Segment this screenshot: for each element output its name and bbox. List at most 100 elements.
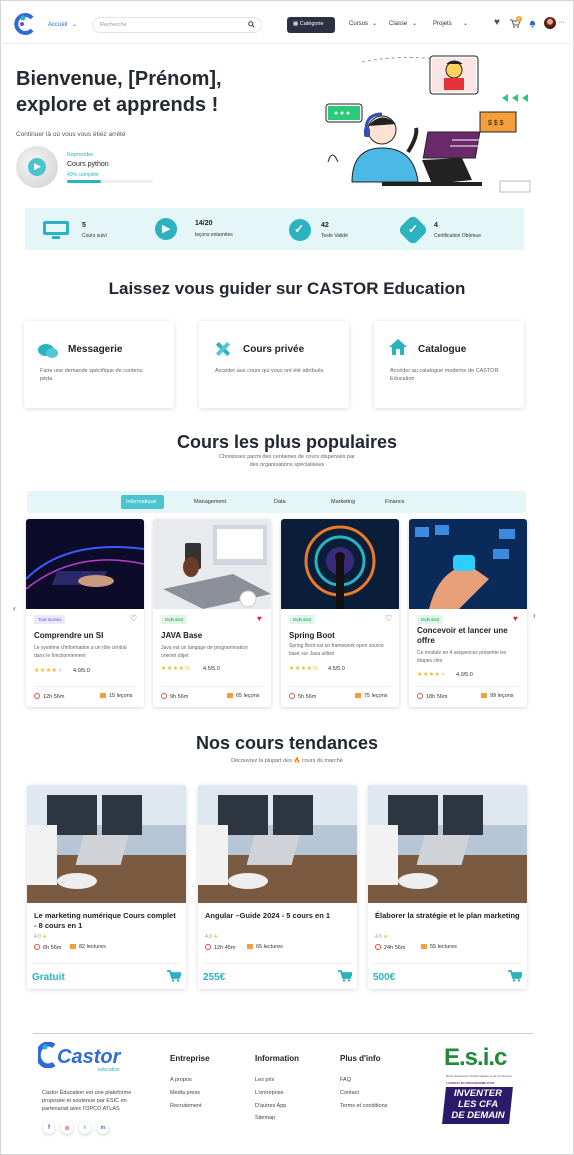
feature-card-catalogue[interactable]: Catalogue Accéder au catalogue moderne d… (374, 321, 524, 408)
course-image (27, 785, 186, 903)
lessons: 65 lectures (247, 944, 283, 950)
heart-filled-icon[interactable]: ♥ (257, 614, 262, 623)
lessons: 55 lectures (421, 944, 457, 950)
clock-icon (205, 944, 211, 950)
course-card[interactable]: Debutant ♥ JAVA Base Java est un langage… (153, 519, 271, 707)
course-title[interactable]: Spring Boot (289, 631, 389, 641)
lessons: 15 leçons (100, 693, 133, 699)
footer-link[interactable]: Les prix (255, 1077, 274, 1083)
footer-link[interactable]: Media press (170, 1090, 200, 1096)
rating-value: 4.5/5.0 (203, 666, 220, 672)
resume-course-name[interactable]: Cours python (67, 161, 109, 168)
star-icon: ★ (213, 934, 218, 940)
search-input[interactable]: Recherche (92, 17, 262, 33)
tab-data[interactable]: Data (274, 499, 286, 505)
footer-link[interactable]: A propos (170, 1077, 192, 1083)
star-rating-icon: ★★★★½ (161, 666, 191, 672)
home-icon (389, 339, 407, 355)
heart-filled-icon[interactable]: ♥ (513, 614, 518, 623)
nav-classe[interactable]: Classe (389, 21, 407, 27)
duration-text: 12h 45m (214, 945, 236, 951)
footer-brand: Castor (57, 1046, 121, 1068)
play-icon[interactable]: ▶ (28, 158, 46, 176)
guide-title: Laissez vous guider sur CASTOR Education (108, 279, 466, 298)
footer-link[interactable]: L'entreprise (255, 1090, 284, 1096)
carousel-next-icon[interactable]: › (533, 611, 536, 620)
category-button[interactable]: ▦ Catégorie (287, 17, 335, 33)
clock-icon (161, 693, 167, 699)
heart-outline-icon[interactable]: ♡ (130, 614, 137, 623)
book-icon (227, 693, 233, 698)
feature-card-messagerie[interactable]: Messagerie Faire une demande spécifique … (24, 321, 174, 408)
feature-desc: Faire une demande spécifique de contenu … (40, 368, 143, 382)
linkedin-icon[interactable]: in (97, 1122, 109, 1134)
course-title[interactable]: JAVA Base (161, 631, 261, 641)
course-thumbnail[interactable]: ▶ (16, 146, 58, 188)
heart-outline-icon[interactable]: ♡ (385, 614, 392, 623)
footer-link[interactable]: Recrutement (170, 1103, 202, 1109)
level-badge: Debutant (417, 615, 444, 624)
search-icon[interactable] (248, 21, 255, 28)
chevron-down-icon[interactable]: ⌄ (72, 21, 77, 28)
nav-cursus[interactable]: Cursus (349, 21, 368, 27)
course-card[interactable]: Debutant ♡ Spring Boot Spring Boot est u… (281, 519, 399, 707)
rating-value: 4.5 (375, 934, 382, 940)
facebook-icon[interactable]: f (43, 1122, 55, 1134)
cart-icon[interactable] (338, 970, 352, 982)
clock-icon (34, 693, 40, 699)
duration-text: 24h 56m (384, 945, 406, 951)
chevron-down-icon[interactable]: ⌄ (463, 20, 468, 27)
avatar[interactable] (544, 17, 556, 29)
course-title[interactable]: Angular –Guide 2024 - 5 cours en 1 (205, 911, 351, 921)
course-image (409, 519, 527, 609)
cart-count-badge: 0 (516, 16, 522, 22)
tab-management[interactable]: Management (194, 499, 226, 505)
course-title[interactable]: Concevoir et lancer une offre (417, 626, 517, 646)
chevron-down-icon[interactable]: ⌄ (372, 20, 377, 27)
feature-card-cours-privee[interactable]: Cours privée Accéder aux cours qui vous … (199, 321, 349, 408)
cart-icon[interactable] (167, 970, 181, 982)
twitter-icon[interactable]: t (79, 1122, 91, 1134)
nav-projets[interactable]: Projets (433, 21, 452, 27)
tab-finance[interactable]: Finance (385, 499, 405, 505)
heart-icon[interactable]: ♥ (494, 17, 500, 28)
divider (34, 686, 136, 687)
castor-logo-icon[interactable] (14, 12, 38, 36)
cart-icon[interactable] (508, 970, 522, 982)
rating-value: 4.5/5.0 (328, 666, 345, 672)
more-icon[interactable]: ··· (558, 19, 565, 26)
footer-link[interactable]: Sitemap (255, 1115, 275, 1121)
duration: 24h 56m (375, 944, 405, 951)
footer-link[interactable]: FAQ (340, 1077, 351, 1083)
course-title[interactable]: Élaborer la stratégie et le plan marketi… (375, 911, 521, 921)
footer-link[interactable]: Contact (340, 1090, 359, 1096)
stat-value: 4 (434, 222, 438, 229)
course-title[interactable]: Le marketing numérique Cours complet - 8… (34, 911, 180, 931)
castor-logo-icon[interactable] (38, 1042, 58, 1068)
star-rating-icon: ★★★★½ (289, 666, 319, 672)
course-card[interactable]: Debutant ♥ Concevoir et lancer une offre… (409, 519, 527, 707)
trending-card[interactable]: Élaborer la stratégie et le plan marketi… (368, 785, 527, 989)
nav-home-link[interactable]: Accueil (48, 22, 67, 28)
course-desc: Spring Boot est un framework open source… (289, 643, 384, 657)
lessons: 82 lectures (70, 944, 106, 950)
lessons-text: 99 leçons (490, 693, 514, 699)
chevron-down-icon[interactable]: ⌄ (412, 20, 417, 27)
tab-informatique[interactable]: Informatique (126, 499, 157, 505)
course-card[interactable]: Tout niveau ♡ Comprendre un SI Le systèm… (26, 519, 144, 707)
feature-title: Catalogue (418, 344, 467, 355)
course-title[interactable]: Comprendre un SI (34, 631, 134, 641)
resume-label[interactable]: Reprendre (67, 152, 93, 158)
footer-link[interactable]: Terms et conditions (340, 1103, 387, 1109)
trending-card[interactable]: Le marketing numérique Cours complet - 8… (27, 785, 186, 989)
badge-check-mark: ✓ (408, 222, 419, 236)
carousel-prev-icon[interactable]: ‹ (13, 604, 16, 613)
footer-link[interactable]: D'autres App (255, 1103, 286, 1109)
book-icon (481, 693, 487, 698)
bell-icon[interactable] (528, 19, 537, 28)
trending-title: Nos cours tendances (195, 733, 379, 753)
search-placeholder: Recherche (100, 22, 127, 28)
trending-card[interactable]: Angular –Guide 2024 - 5 cours en 1 4.0 ★… (198, 785, 357, 989)
instagram-icon[interactable]: ◎ (61, 1122, 73, 1134)
tab-marketing[interactable]: Marketing (331, 499, 355, 505)
